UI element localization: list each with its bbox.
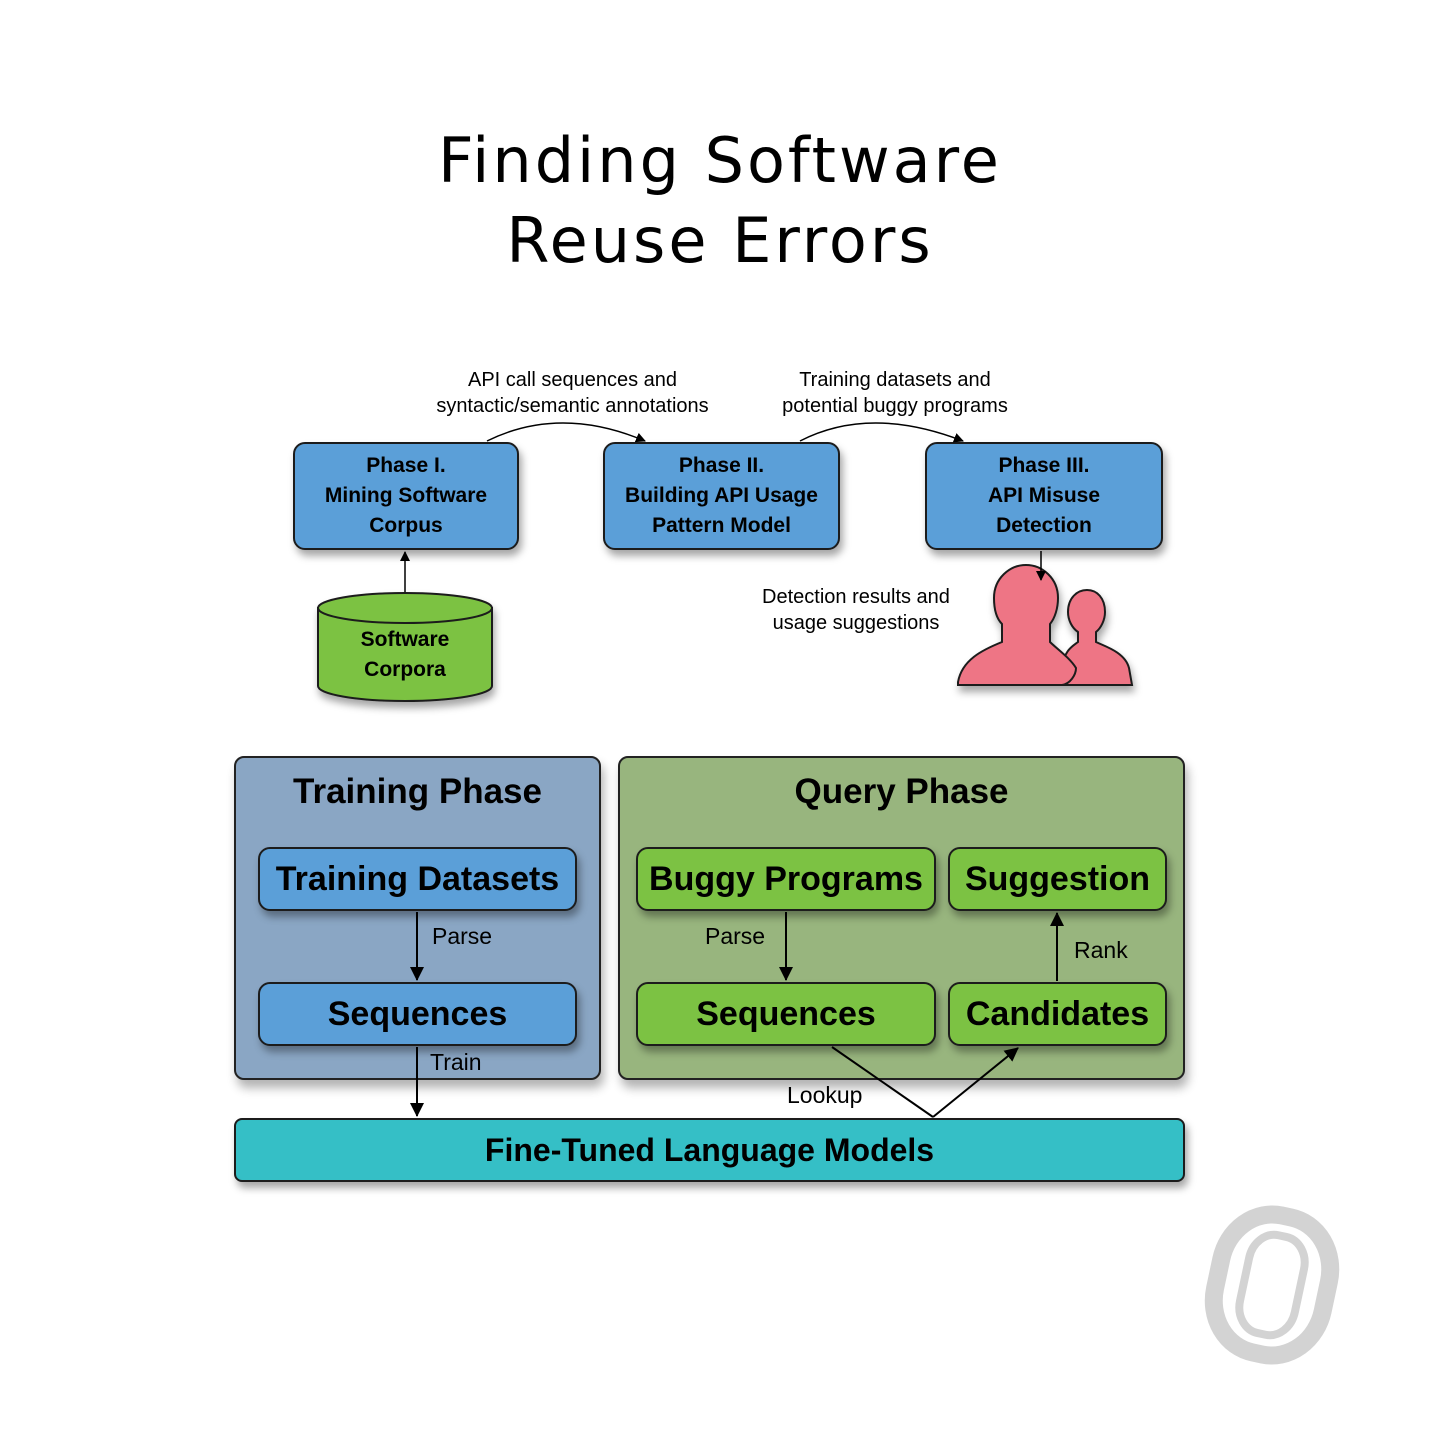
phase-1-body: Mining Software Corpus [324,484,488,537]
query-parse-label: Parse [705,923,766,949]
arrow-phase2-to-phase3 [799,422,964,443]
suggestion-box: Suggestion [948,847,1167,911]
query-sequences-box: Sequences [636,982,936,1046]
candidates-box: Candidates [948,982,1167,1046]
phase-2-box: Phase II. Building API Usage Pattern Mode… [603,442,840,550]
arrow-phase1-to-phase2 [486,422,646,443]
page-title-line-1: Finding Software [438,124,1002,197]
phase-1-heading: Phase I. [366,454,446,477]
fine-tuned-language-models-box: Fine-Tuned Language Models [234,1118,1185,1182]
query-phase-title: Query Phase [794,772,1009,811]
page-title-line-2: Reuse Errors [506,204,934,277]
training-phase-title: Training Phase [293,772,542,811]
phase-3-box: Phase III. API Misuse Detection [925,442,1163,550]
phase-1-box: Phase I. Mining Software Corpus [293,442,519,550]
edge-label-training-datasets: Training datasets and potential buggy pr… [782,369,1008,417]
phase-2-body: Building API Usage Pattern Model [625,484,818,537]
training-parse-label: Parse [432,923,493,949]
software-corpora-label: Software Corpora [360,628,450,681]
phase-2-heading: Phase II. [678,454,765,477]
lookup-label: Lookup [787,1082,863,1108]
training-sequences-box: Sequences [258,982,577,1046]
phase-3-body: API Misuse Detection [987,484,1101,537]
edge-label-annotations: API call sequences and syntactic/semanti… [436,369,709,417]
rank-label: Rank [1074,937,1128,963]
buggy-programs-box: Buggy Programs [636,847,936,911]
train-label: Train [430,1049,482,1075]
training-datasets-box: Training Datasets [258,847,577,911]
detection-results-label: Detection results and usage suggestions [762,586,950,634]
phase-3-heading: Phase III. [998,454,1090,477]
